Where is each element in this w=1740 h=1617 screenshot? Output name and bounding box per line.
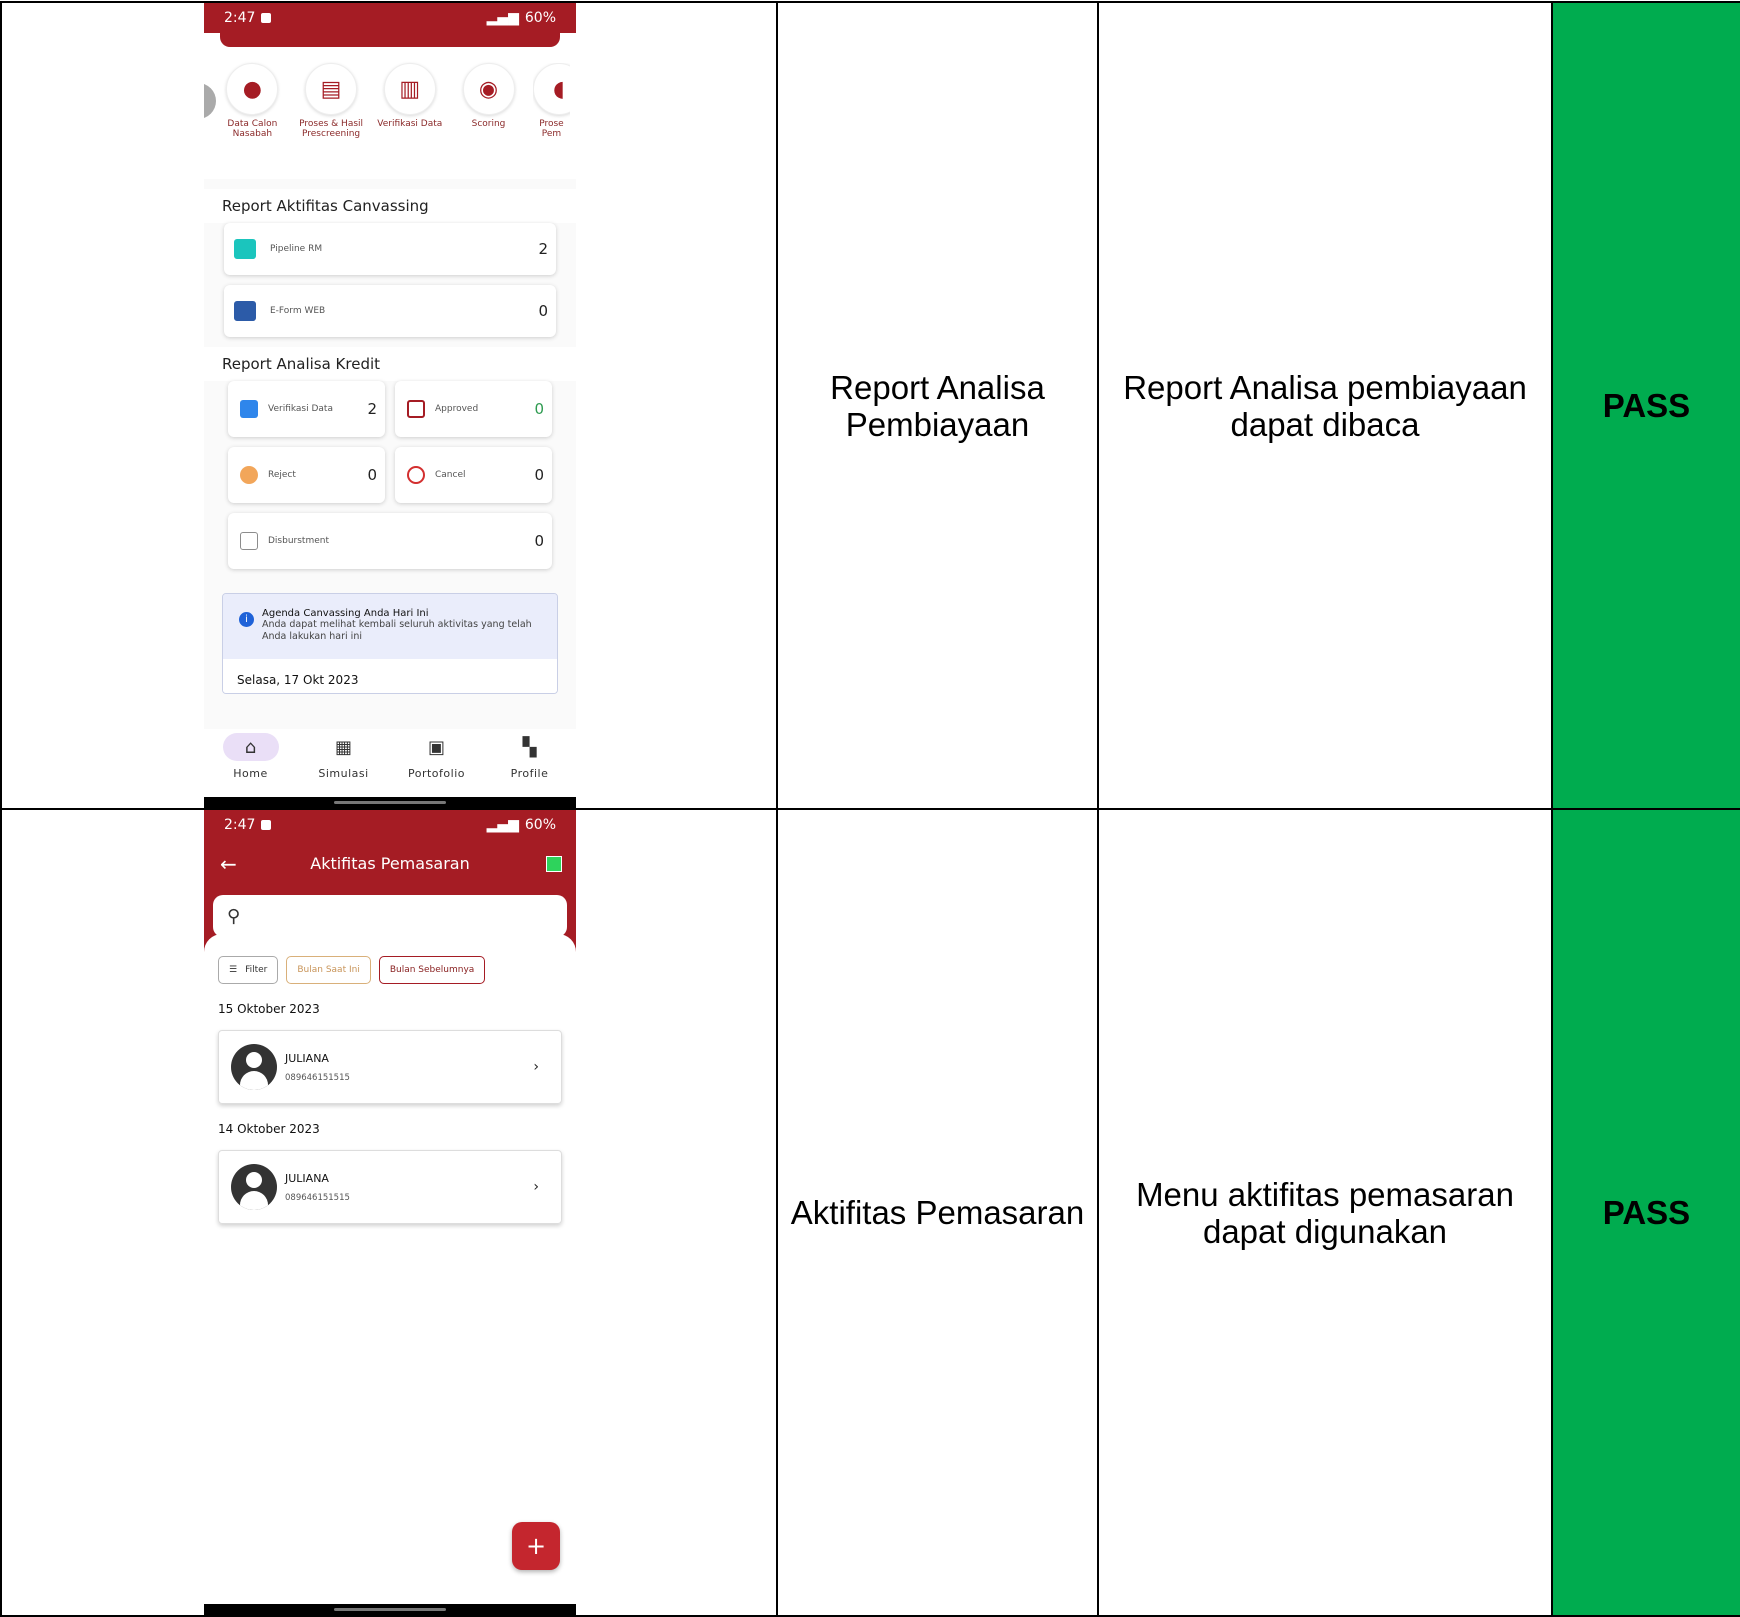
- table-row: 2:47 ▂▄▆ 60% ● Data Calon Nasabah ▤ Prose…: [0, 1, 1740, 810]
- content-sheet: ☰ Filter Bulan Saat Ini Bulan Sebelumnya …: [204, 934, 576, 1614]
- status-bar: 2:47 ▂▄▆ 60%: [204, 3, 576, 33]
- cancel-icon: [407, 466, 425, 484]
- menu-verifikasi-data[interactable]: ▥ Verifikasi Data: [375, 63, 444, 179]
- chevron-right-icon: ›: [533, 1059, 539, 1075]
- gesture-bar: [204, 1604, 576, 1615]
- result-pass: PASS: [1551, 808, 1740, 1617]
- search-input[interactable]: ⚲: [213, 895, 567, 937]
- nav-profile[interactable]: ▚ Profile: [483, 729, 576, 799]
- result-pass: PASS: [1551, 1, 1740, 810]
- document-icon: ▤: [305, 63, 358, 115]
- sliders-icon: ☰: [229, 965, 238, 975]
- agenda-card: i Agenda Canvassing Anda Hari Ini Anda d…: [222, 593, 558, 694]
- bottom-navigation: ⌂ Home ▦ Simulasi ▣ Portofolio ▚ Profile: [204, 729, 576, 799]
- pipeline-icon: [234, 239, 256, 259]
- filter-chips: ☰ Filter Bulan Saat Ini Bulan Sebelumnya: [204, 934, 576, 984]
- carousel-edge: [204, 83, 216, 119]
- menu-data-calon-nasabah[interactable]: ● Data Calon Nasabah: [218, 63, 287, 179]
- window-icon: [234, 301, 256, 321]
- notification-icon: [261, 820, 272, 830]
- menu-partial[interactable]: ◖ Prose Pem: [532, 63, 571, 179]
- list-item[interactable]: JULIANA 089646151515 ›: [218, 1150, 562, 1224]
- nav-home[interactable]: ⌂ Home: [204, 729, 297, 799]
- date-header: 15 Oktober 2023: [218, 1002, 320, 1016]
- person-icon: ●: [226, 63, 279, 115]
- feature-cell: Aktifitas Pemasaran: [776, 808, 1099, 1617]
- agenda-text: Anda dapat melihat kembali seluruh aktiv…: [262, 619, 532, 642]
- info-icon: i: [239, 612, 254, 627]
- check-icon: [407, 400, 425, 418]
- grid-icon: ▚: [522, 736, 537, 758]
- signal-icon: ▂▄▆: [486, 817, 519, 833]
- disburstment-card[interactable]: Disburstment 0: [228, 513, 552, 569]
- feature-cell: Report Analisa Pembiayaan: [776, 1, 1099, 810]
- expected-cell: Report Analisa pembiayaan dapat dibaca: [1097, 1, 1553, 810]
- screenshot-cell: 2:47 ▂▄▆ 60% ← Aktifitas Pemasaran ⚲ ☰ F…: [0, 808, 778, 1617]
- agenda-title: Agenda Canvassing Anda Hari Ini: [262, 608, 429, 619]
- agenda-date: Selasa, 17 Okt 2023: [223, 659, 557, 693]
- filter-button[interactable]: ☰ Filter: [218, 956, 279, 984]
- avatar: [231, 1164, 277, 1210]
- menu-carousel[interactable]: ● Data Calon Nasabah ▤ Proses & Hasil Pr…: [204, 49, 576, 179]
- menu-scoring[interactable]: ◉ Scoring: [454, 63, 523, 179]
- add-button[interactable]: +: [512, 1522, 560, 1570]
- customer-phone: 089646151515: [285, 1192, 350, 1203]
- header-remnant: [204, 31, 576, 49]
- nav-portofolio[interactable]: ▣ Portofolio: [390, 729, 483, 799]
- battery-level: 60%: [524, 10, 556, 26]
- table-row: 2:47 ▂▄▆ 60% ← Aktifitas Pemasaran ⚲ ☰ F…: [0, 808, 1740, 1617]
- phone-screenshot-home: 2:47 ▂▄▆ 60% ● Data Calon Nasabah ▤ Prose…: [204, 3, 576, 808]
- document-icon: [240, 400, 258, 418]
- analisa-title: Report Analisa Kredit: [204, 347, 576, 381]
- battery-level: 60%: [524, 817, 556, 833]
- cancel-card[interactable]: Cancel 0: [395, 447, 552, 503]
- calculator-icon: ▦: [334, 736, 352, 758]
- list-item[interactable]: JULIANA 089646151515 ›: [218, 1030, 562, 1104]
- reject-card[interactable]: Reject 0: [228, 447, 385, 503]
- phone-screenshot-aktifitas: 2:47 ▂▄▆ 60% ← Aktifitas Pemasaran ⚲ ☰ F…: [204, 810, 576, 1615]
- file-icon: ▥: [383, 63, 436, 115]
- customer-name: JULIANA: [285, 1171, 329, 1185]
- status-time: 2:47: [224, 10, 256, 26]
- nav-simulasi[interactable]: ▦ Simulasi: [297, 729, 390, 799]
- screenshot-cell: 2:47 ▂▄▆ 60% ● Data Calon Nasabah ▤ Prose…: [0, 1, 778, 810]
- avatar: [231, 1044, 277, 1090]
- chip-bulan-saat-ini[interactable]: Bulan Saat Ini: [286, 956, 371, 984]
- status-time: 2:47: [224, 817, 256, 833]
- partial-icon: ◖: [532, 63, 571, 115]
- search-icon: ⚲: [227, 905, 241, 927]
- canvassing-title: Report Aktifitas Canvassing: [204, 189, 576, 223]
- test-result-table: 2:47 ▂▄▆ 60% ● Data Calon Nasabah ▤ Prose…: [0, 1, 1740, 1617]
- database-icon: ◉: [462, 63, 515, 115]
- status-square-icon: [546, 856, 562, 872]
- approved-card[interactable]: Approved 0: [395, 381, 552, 437]
- customer-phone: 089646151515: [285, 1072, 350, 1083]
- list-icon: [240, 532, 258, 550]
- customer-name: JULIANA: [285, 1051, 329, 1065]
- page-title: Aktifitas Pemasaran: [310, 854, 470, 873]
- chip-bulan-sebelumnya[interactable]: Bulan Sebelumnya: [378, 956, 486, 984]
- eform-web-card[interactable]: E-Form WEB 0: [224, 285, 556, 337]
- date-header: 14 Oktober 2023: [218, 1122, 320, 1136]
- signal-icon: ▂▄▆: [486, 10, 519, 26]
- verifikasi-data-card[interactable]: Verifikasi Data 2: [228, 381, 385, 437]
- portfolio-icon: ▣: [427, 736, 445, 758]
- home-icon: ⌂: [222, 733, 279, 761]
- app-bar: ← Aktifitas Pemasaran: [204, 840, 576, 898]
- pipeline-rm-card[interactable]: Pipeline RM 2: [224, 223, 556, 275]
- gesture-bar: [204, 797, 576, 808]
- expected-cell: Menu aktifitas pemasaran dapat digunakan: [1097, 808, 1553, 1617]
- reject-icon: [240, 466, 258, 484]
- notification-icon: [261, 13, 272, 23]
- menu-prescreening[interactable]: ▤ Proses & Hasil Prescreening: [297, 63, 366, 179]
- status-bar: 2:47 ▂▄▆ 60%: [204, 810, 576, 840]
- chevron-right-icon: ›: [533, 1179, 539, 1195]
